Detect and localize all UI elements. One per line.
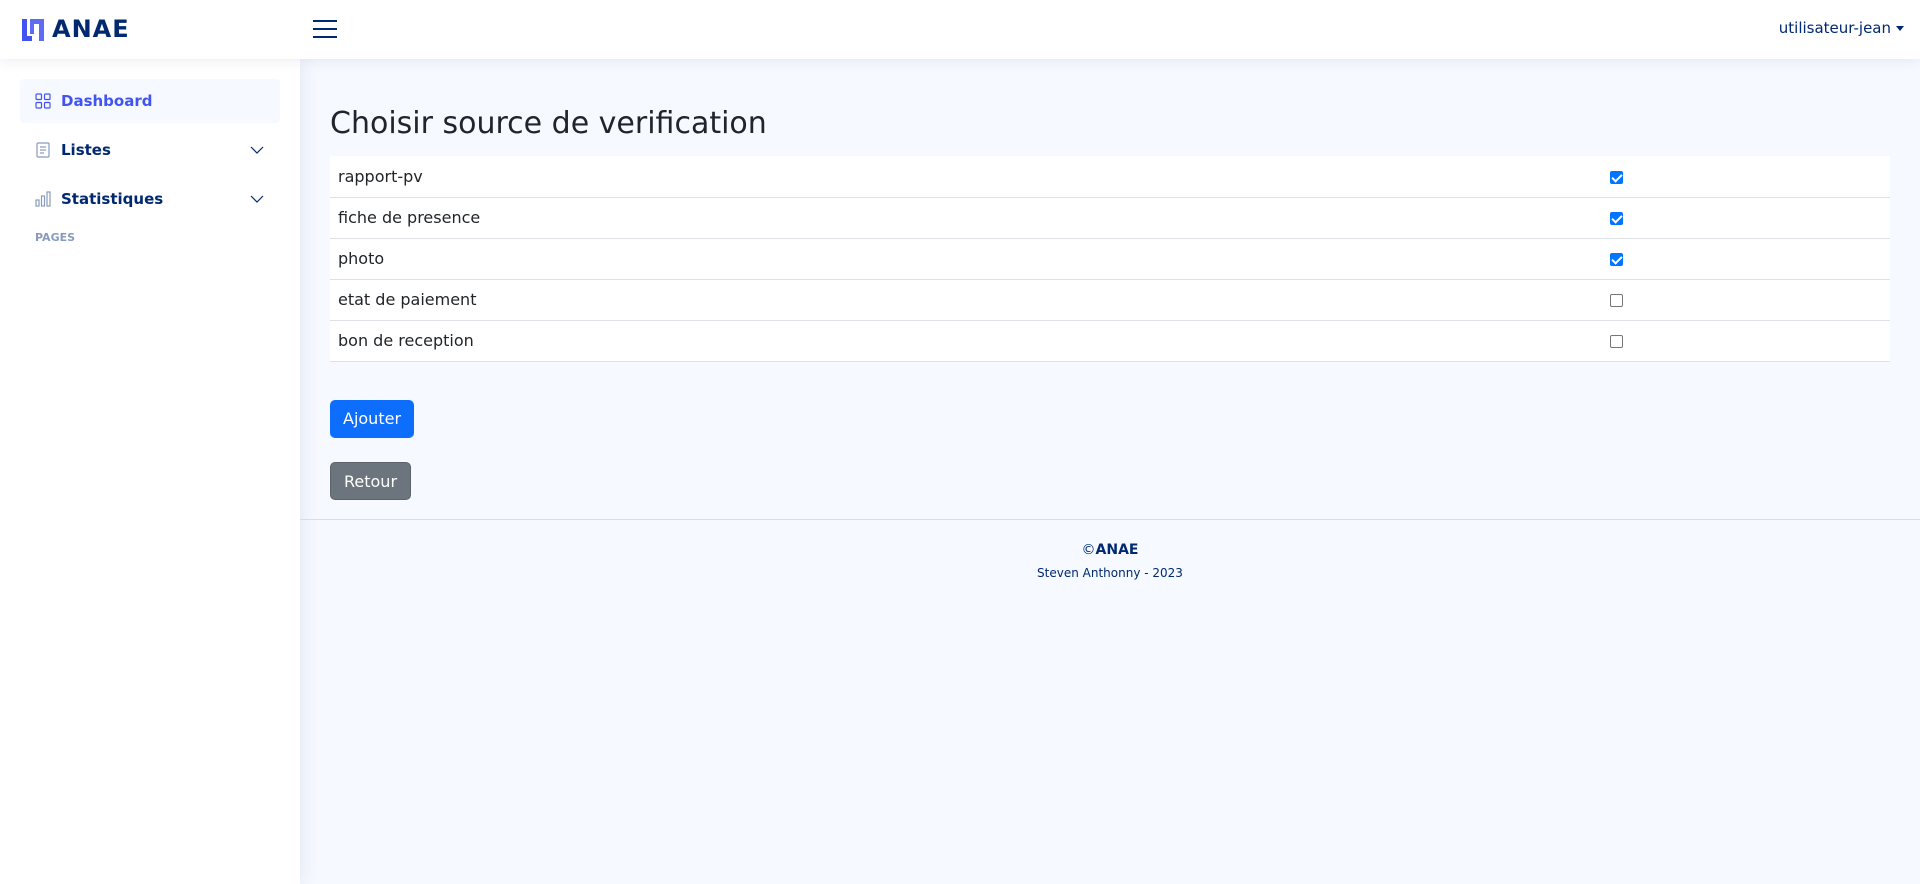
source-check-cell: [1610, 156, 1890, 198]
user-menu-dropdown[interactable]: utilisateur-jean: [1779, 19, 1904, 37]
source-checkbox[interactable]: [1610, 170, 1623, 184]
copyright-name: ANAE: [1095, 542, 1139, 558]
source-check-cell: [1610, 197, 1890, 239]
sources-table: rapport-pv fiche de presence photo etat de …: [330, 156, 1890, 362]
main-content: Choisir source de verification rapport-p…: [300, 59, 1920, 884]
sidebar-item-label: Dashboard: [61, 92, 153, 110]
chevron-down-icon: [250, 195, 264, 203]
grid-icon: [35, 93, 51, 109]
caret-down-icon: [1896, 25, 1904, 31]
source-checkbox[interactable]: [1610, 212, 1623, 225]
footer: ©ANAE Steven Anthonny - 2023: [300, 519, 1920, 580]
sidebar: Dashboard Listes Statistiques PAGES: [0, 59, 300, 884]
sidebar-heading-pages: Pages: [35, 231, 76, 244]
sidebar-item-listes[interactable]: Listes: [20, 128, 280, 172]
source-label: etat de paiement: [330, 279, 1610, 321]
source-label: bon de reception: [330, 320, 1610, 362]
source-check-cell: [1610, 320, 1890, 362]
page-title: Choisir source de verification: [330, 106, 767, 141]
source-check-cell: [1610, 238, 1890, 280]
add-button[interactable]: Ajouter: [330, 400, 415, 438]
header: ANAE utilisateur-jean: [0, 0, 1920, 59]
hamburger-icon: [313, 20, 337, 38]
list-icon: [35, 142, 51, 158]
sidebar-item-label: Listes: [61, 141, 111, 159]
source-label: rapport-pv: [330, 156, 1610, 198]
sidebar-item-dashboard[interactable]: Dashboard: [20, 79, 280, 123]
copyright: ©ANAE: [300, 542, 1920, 558]
source-checkbox[interactable]: [1610, 253, 1623, 266]
table-row: etat de paiement: [330, 279, 1890, 321]
table-row: bon de reception: [330, 320, 1890, 362]
source-check-cell: [1610, 279, 1890, 321]
table-row: fiche de presence: [330, 197, 1890, 239]
sidebar-toggle-button[interactable]: [312, 17, 338, 41]
credits: Steven Anthonny - 2023: [1037, 566, 1183, 580]
source-label: photo: [330, 238, 1610, 280]
user-name: utilisateur-jean: [1778, 19, 1891, 37]
back-button[interactable]: Retour: [330, 462, 412, 500]
sidebar-item-label: Statistiques: [61, 190, 164, 208]
copyright-symbol: ©: [1081, 542, 1096, 558]
source-checkbox[interactable]: [1610, 294, 1623, 307]
source-label: fiche de presence: [330, 197, 1610, 239]
logo[interactable]: ANAE: [20, 14, 130, 44]
brand-name: ANAE: [52, 15, 130, 43]
sidebar-item-statistiques[interactable]: Statistiques: [20, 177, 280, 221]
chevron-down-icon: [250, 146, 264, 154]
bar-chart-icon: [35, 191, 51, 207]
table-row: rapport-pv: [330, 156, 1890, 198]
source-checkbox[interactable]: [1610, 335, 1623, 348]
anae-logo-icon: [22, 19, 44, 41]
table-row: photo: [330, 238, 1890, 280]
